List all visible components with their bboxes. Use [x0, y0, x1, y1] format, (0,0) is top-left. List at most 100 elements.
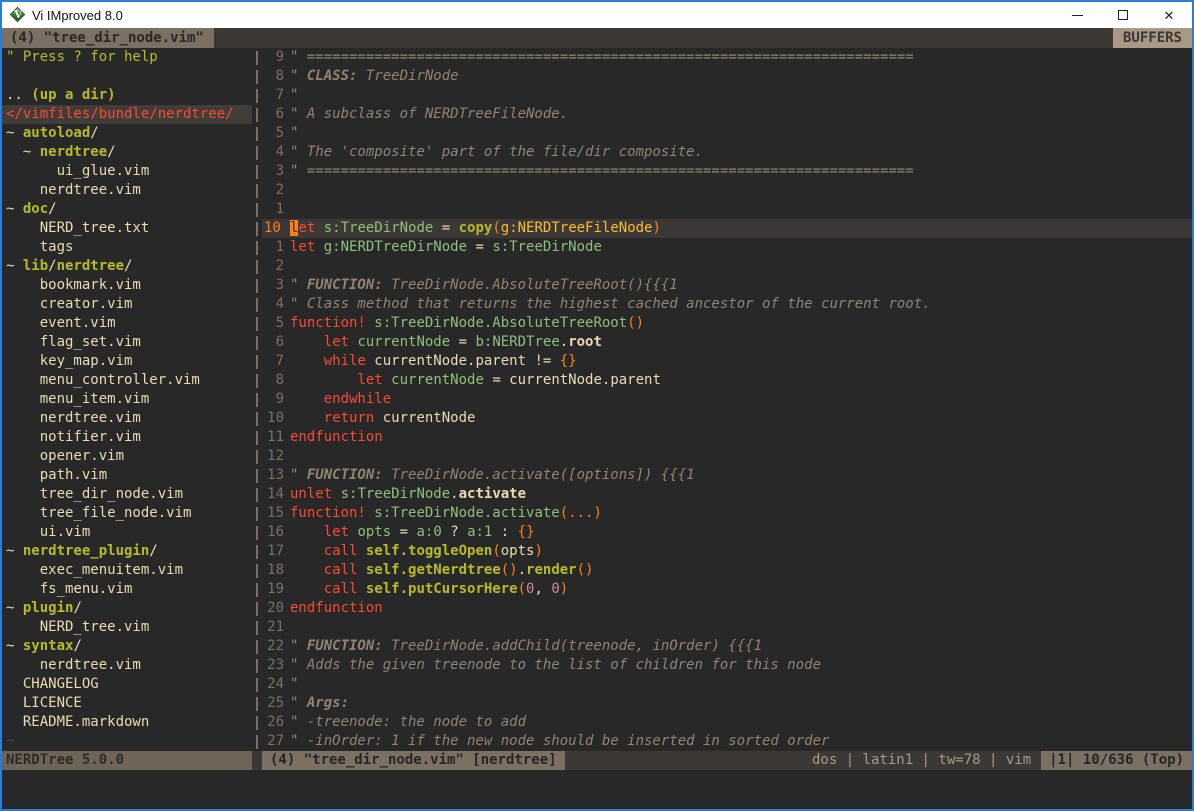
buffer-status: (4) "tree_dir_node.vim" [nerdtree] [262, 751, 565, 770]
line-number: 9 [262, 390, 290, 409]
title-bar[interactable]: V Vi IMproved 8.0 ✕ [2, 2, 1192, 28]
nerdtree-item[interactable]: tree_dir_node.vim [2, 485, 252, 504]
line-number: 2 [262, 257, 290, 276]
nerdtree-item[interactable] [2, 67, 252, 86]
nerdtree-item[interactable]: ui_glue.vim [2, 162, 252, 181]
maximize-icon [1118, 10, 1128, 20]
code-line[interactable]: 11endfunction [262, 428, 1192, 447]
nerdtree-item[interactable]: exec_menuitem.vim [2, 561, 252, 580]
nerdtree-item[interactable]: </vimfiles/bundle/nerdtree/ [2, 105, 252, 124]
code-line[interactable]: 9 endwhile [262, 390, 1192, 409]
nerdtree-item[interactable]: creator.vim [2, 295, 252, 314]
code-line[interactable]: 5function! s:TreeDirNode.AbsoluteTreeRoo… [262, 314, 1192, 333]
nerdtree-item[interactable]: flag_set.vim [2, 333, 252, 352]
code-line[interactable]: 27" -inOrder: 1 if the new node should b… [262, 732, 1192, 751]
nerdtree-item[interactable]: NERD_tree.vim [2, 618, 252, 637]
nerdtree-item[interactable]: ~ plugin/ [2, 599, 252, 618]
nerdtree-item[interactable]: nerdtree.vim [2, 409, 252, 428]
close-button[interactable]: ✕ [1146, 2, 1192, 28]
nerdtree-item[interactable]: nerdtree.vim [2, 181, 252, 200]
nerdtree-item[interactable]: notifier.vim [2, 428, 252, 447]
code-line[interactable]: 23" Adds the given treenode to the list … [262, 656, 1192, 675]
code-line[interactable]: 7" [262, 86, 1192, 105]
code-line[interactable]: 20endfunction [262, 599, 1192, 618]
tab-line: (4) "tree_dir_node.vim" BUFFERS [2, 28, 1192, 48]
status-line: NERDTree 5.0.0 (4) "tree_dir_node.vim" [… [2, 751, 1192, 770]
code-line[interactable]: 13" FUNCTION: TreeDirNode.activate([opti… [262, 466, 1192, 485]
tab-tree-dir-node[interactable]: (4) "tree_dir_node.vim" [2, 28, 214, 48]
code-line[interactable]: 19 call self.putCursorHere(0, 0) [262, 580, 1192, 599]
nerdtree-item[interactable]: README.markdown [2, 713, 252, 732]
code-line[interactable]: 2 [262, 257, 1192, 276]
nerdtree-item[interactable]: ~ nerdtree_plugin/ [2, 542, 252, 561]
code-line[interactable]: 17 call self.toggleOpen(opts) [262, 542, 1192, 561]
nerdtree-item[interactable]: event.vim [2, 314, 252, 333]
window-separator[interactable] [252, 48, 262, 751]
nerdtree-item[interactable]: ui.vim [2, 523, 252, 542]
nerdtree-item[interactable]: menu_controller.vim [2, 371, 252, 390]
line-number: 1 [262, 238, 290, 257]
line-number: 10 [262, 219, 290, 238]
code-line[interactable]: 22" FUNCTION: TreeDirNode.addChild(treen… [262, 637, 1192, 656]
nerdtree-item[interactable]: opener.vim [2, 447, 252, 466]
nerdtree-item[interactable]: ~ [2, 732, 252, 751]
code-line[interactable]: 25" Args: [262, 694, 1192, 713]
code-line[interactable]: 16 let opts = a:0 ? a:1 : {} [262, 523, 1192, 542]
nerdtree-item[interactable]: CHANGELOG [2, 675, 252, 694]
nerdtree-item[interactable]: LICENCE [2, 694, 252, 713]
nerdtree-status: NERDTree 5.0.0 [2, 751, 252, 770]
code-line[interactable]: 14unlet s:TreeDirNode.activate [262, 485, 1192, 504]
code-line[interactable]: 10 return currentNode [262, 409, 1192, 428]
code-line[interactable]: 6" A subclass of NERDTreeFileNode. [262, 105, 1192, 124]
code-line[interactable]: 26" -treenode: the node to add [262, 713, 1192, 732]
nerdtree-item[interactable]: ~ doc/ [2, 200, 252, 219]
code-line[interactable]: 7 while currentNode.parent != {} [262, 352, 1192, 371]
code-line[interactable]: 1 [262, 200, 1192, 219]
code-line[interactable]: 9" =====================================… [262, 48, 1192, 67]
nerdtree-item[interactable]: NERD_tree.txt [2, 219, 252, 238]
code-line[interactable]: 15function! s:TreeDirNode.activate(...) [262, 504, 1192, 523]
nerdtree-item[interactable]: ~ syntax/ [2, 637, 252, 656]
code-line[interactable]: 5" [262, 124, 1192, 143]
nerdtree-item[interactable]: nerdtree.vim [2, 656, 252, 675]
nerdtree-item[interactable]: menu_item.vim [2, 390, 252, 409]
fileinfo-status: dos | latin1 | tw=78 | vim [812, 751, 1041, 770]
code-line[interactable]: 2 [262, 181, 1192, 200]
code-line[interactable]: 18 call self.getNerdtree().render() [262, 561, 1192, 580]
code-line[interactable]: 1let g:NERDTreeDirNode = s:TreeDirNode [262, 238, 1192, 257]
nerdtree-item[interactable]: ~ nerdtree/ [2, 143, 252, 162]
nerdtree-item[interactable]: .. (up a dir) [2, 86, 252, 105]
position-status: |1| 10/636 (Top) [1041, 751, 1192, 770]
nerdtree-item[interactable]: tree_file_node.vim [2, 504, 252, 523]
code-line[interactable]: 6 let currentNode = b:NERDTree.root [262, 333, 1192, 352]
nerdtree-item[interactable]: fs_menu.vim [2, 580, 252, 599]
code-line[interactable]: 4" The 'composite' part of the file/dir … [262, 143, 1192, 162]
minimize-button[interactable] [1054, 2, 1100, 28]
command-line[interactable] [2, 770, 1192, 809]
code-line[interactable]: 3" =====================================… [262, 162, 1192, 181]
line-number: 20 [262, 599, 290, 618]
nerdtree-item[interactable]: ~ autoload/ [2, 124, 252, 143]
vim-icon: V [10, 7, 26, 23]
code-line[interactable]: 12 [262, 447, 1192, 466]
nerdtree-item[interactable]: ~ lib/nerdtree/ [2, 257, 252, 276]
code-line[interactable]: 4" Class method that returns the highest… [262, 295, 1192, 314]
maximize-button[interactable] [1100, 2, 1146, 28]
code-line[interactable]: 10let s:TreeDirNode = copy(g:NERDTreeFil… [262, 219, 1192, 238]
code-line[interactable]: 8 let currentNode = currentNode.parent [262, 371, 1192, 390]
line-number: 22 [262, 637, 290, 656]
code-line[interactable]: 8" CLASS: TreeDirNode [262, 67, 1192, 86]
line-number: 27 [262, 732, 290, 751]
nerdtree-item[interactable]: path.vim [2, 466, 252, 485]
code-line[interactable]: 3" FUNCTION: TreeDirNode.AbsoluteTreeRoo… [262, 276, 1192, 295]
nerdtree-item[interactable]: bookmark.vim [2, 276, 252, 295]
code-line[interactable]: 21 [262, 618, 1192, 637]
nerdtree-item[interactable]: " Press ? for help [2, 48, 252, 67]
line-number: 13 [262, 466, 290, 485]
line-number: 16 [262, 523, 290, 542]
nerdtree-item[interactable]: key_map.vim [2, 352, 252, 371]
code-line[interactable]: 24" [262, 675, 1192, 694]
line-number: 23 [262, 656, 290, 675]
nerdtree-item[interactable]: tags [2, 238, 252, 257]
line-number: 10 [262, 409, 290, 428]
